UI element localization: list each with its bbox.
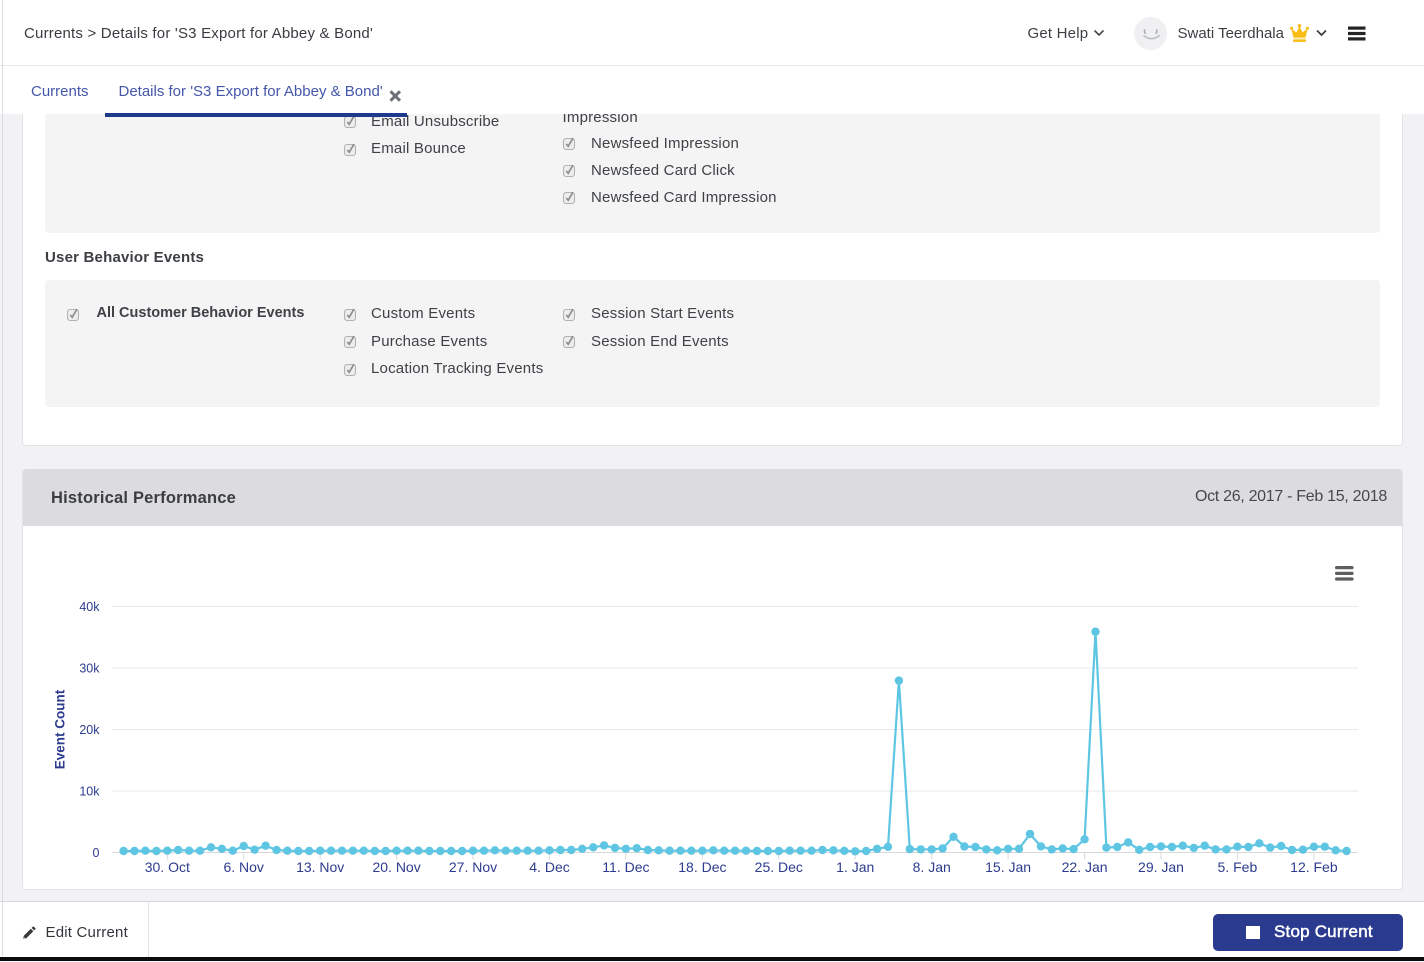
svg-text:1. Jan: 1. Jan: [836, 859, 874, 875]
svg-text:30. Oct: 30. Oct: [144, 859, 189, 875]
svg-text:22. Jan: 22. Jan: [1061, 859, 1107, 875]
svg-text:27. Nov: 27. Nov: [448, 859, 496, 875]
svg-text:6. Nov: 6. Nov: [223, 859, 263, 875]
svg-text:10k: 10k: [79, 785, 100, 799]
svg-text:20. Nov: 20. Nov: [372, 859, 420, 875]
svg-text:4. Dec: 4. Dec: [529, 859, 569, 875]
svg-text:11. Dec: 11. Dec: [602, 859, 649, 875]
svg-text:12. Feb: 12. Feb: [1290, 859, 1338, 875]
svg-text:8. Jan: 8. Jan: [912, 859, 950, 875]
svg-text:13. Nov: 13. Nov: [296, 859, 344, 875]
svg-text:30k: 30k: [79, 662, 100, 676]
svg-text:20k: 20k: [79, 723, 100, 737]
svg-text:40k: 40k: [79, 600, 100, 614]
svg-text:15. Jan: 15. Jan: [985, 859, 1031, 875]
svg-text:29. Jan: 29. Jan: [1138, 859, 1184, 875]
svg-text:25. Dec: 25. Dec: [754, 859, 802, 875]
svg-text:0: 0: [92, 846, 99, 860]
svg-text:18. Dec: 18. Dec: [678, 859, 726, 875]
svg-text:Event Count: Event Count: [52, 689, 67, 769]
svg-text:5. Feb: 5. Feb: [1217, 859, 1257, 875]
